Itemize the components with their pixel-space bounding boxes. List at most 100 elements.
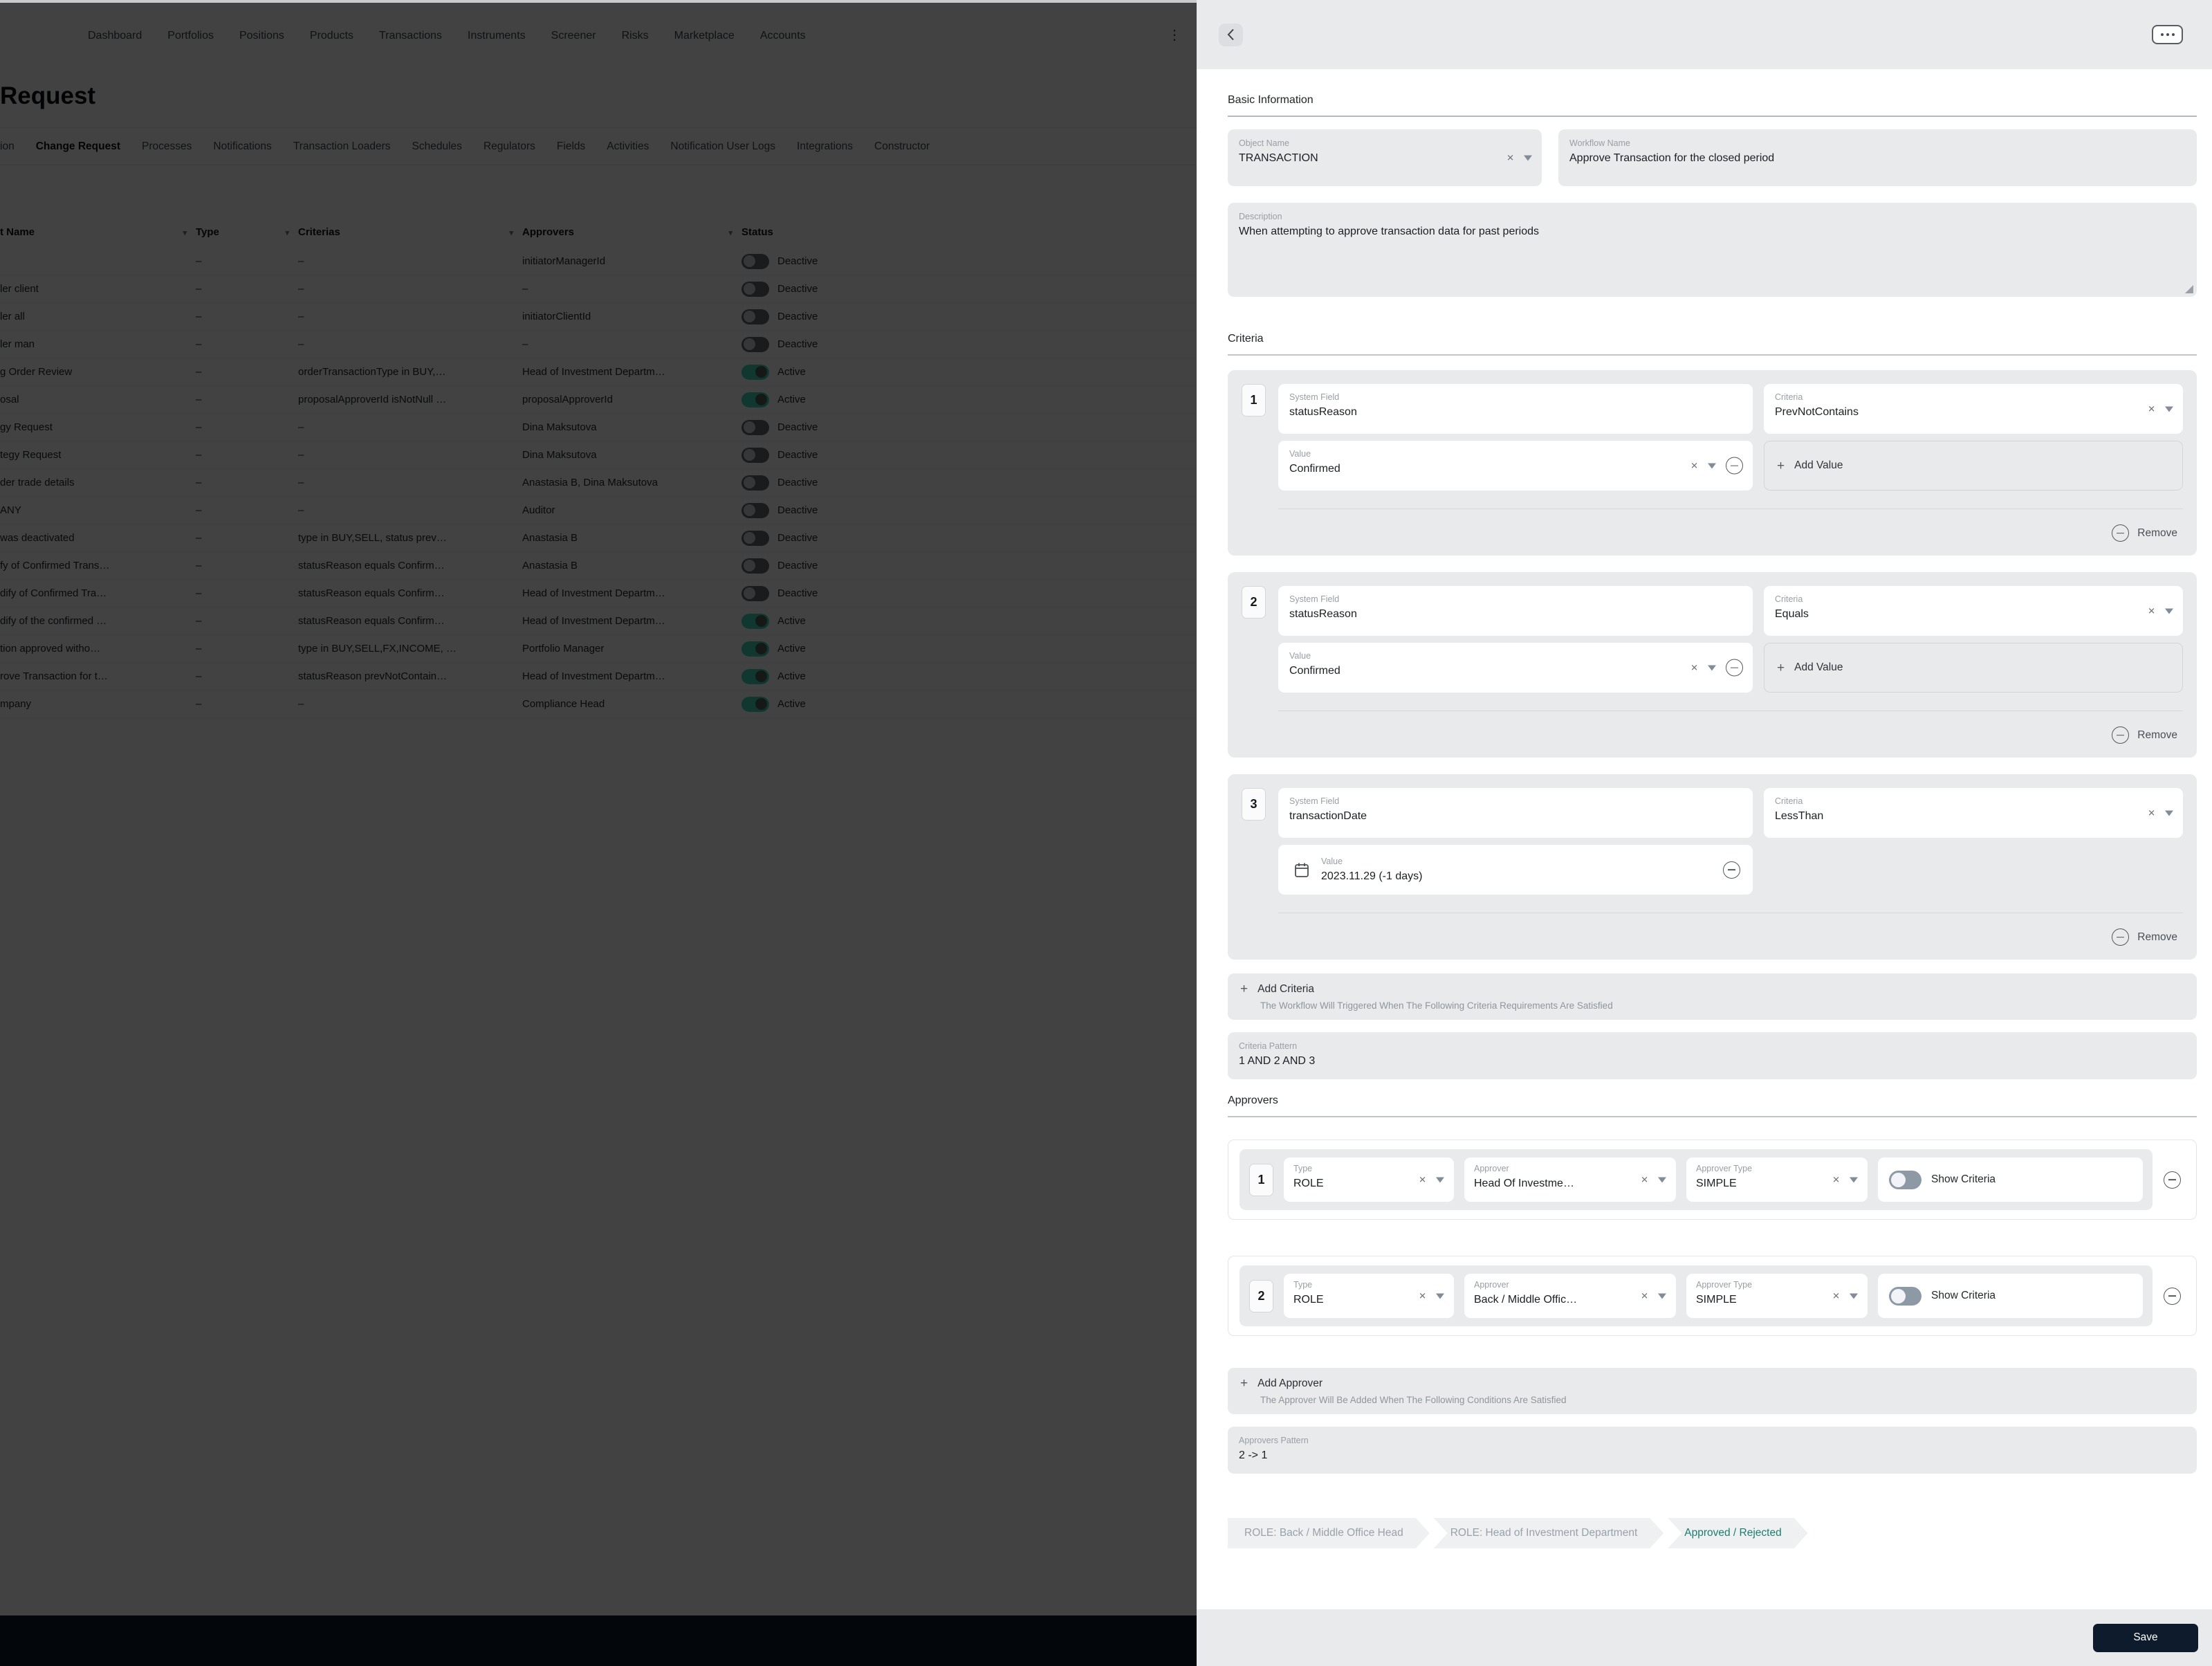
show-criteria-toggle-field: Show Criteria xyxy=(1878,1157,2143,1202)
system-field[interactable]: System Field statusReason xyxy=(1278,384,1753,434)
clear-icon[interactable]: ✕ xyxy=(1419,1292,1426,1301)
chain-step: ROLE: Back / Middle Office Head xyxy=(1228,1518,1430,1548)
approver-number-badge: 2 xyxy=(1249,1280,1273,1312)
remove-approver-button[interactable] xyxy=(2164,1288,2181,1305)
plus-icon: + xyxy=(1240,982,1248,996)
add-approver-button[interactable]: +Add Approver The Approver Will Be Added… xyxy=(1228,1368,2197,1414)
system-field[interactable]: System Field transactionDate xyxy=(1278,788,1753,838)
panel-header xyxy=(1197,0,2212,69)
clear-icon[interactable]: ✕ xyxy=(1419,1175,1426,1184)
dropdown-icon[interactable] xyxy=(1658,1177,1666,1182)
value-field[interactable]: ValueConfirmed✕ xyxy=(1278,441,1753,491)
object-name-field[interactable]: Object Name TRANSACTION ✕ xyxy=(1228,129,1542,186)
minus-circle-icon xyxy=(2112,726,2129,744)
clear-icon[interactable]: ✕ xyxy=(1506,154,1514,163)
add-value-button[interactable]: +Add Value xyxy=(1764,441,2183,491)
show-criteria-switch[interactable] xyxy=(1889,1171,1921,1189)
approvers-pattern-value: 2 -> 1 xyxy=(1239,1449,2186,1462)
more-options-button[interactable] xyxy=(2152,25,2183,44)
approver-row: 1 Type ROLE ✕ Approver Head Of Investme…… xyxy=(1228,1139,2197,1220)
show-criteria-toggle-field: Show Criteria xyxy=(1878,1274,2143,1318)
clear-icon[interactable]: ✕ xyxy=(2148,405,2155,414)
remove-value-button[interactable] xyxy=(1723,861,1740,879)
panel-footer: Save xyxy=(1197,1609,2212,1666)
approver-field[interactable]: Approver Head Of Investme… ✕ xyxy=(1464,1157,1676,1202)
description-value: When attempting to approve transaction d… xyxy=(1239,226,2186,238)
clear-icon[interactable]: ✕ xyxy=(1832,1175,1840,1184)
clear-icon[interactable]: ✕ xyxy=(1641,1175,1648,1184)
minus-circle-icon xyxy=(2112,524,2129,542)
dropdown-icon[interactable] xyxy=(1436,1177,1444,1182)
remove-criteria-button[interactable]: Remove xyxy=(1278,524,2183,542)
panel-body: Basic Information Object Name TRANSACTIO… xyxy=(1197,69,2212,1609)
criteria-operator-field[interactable]: Criteria Equals ✕ xyxy=(1764,586,2183,636)
criteria-block: 3 System Field transactionDate Criteria … xyxy=(1228,774,2197,960)
ellipsis-icon xyxy=(2161,33,2164,36)
clear-icon[interactable]: ✕ xyxy=(1832,1292,1840,1301)
approvers-pattern-field[interactable]: Approvers Pattern 2 -> 1 xyxy=(1228,1427,2197,1474)
criteria-operator-field[interactable]: Criteria PrevNotContains ✕ xyxy=(1764,384,2183,434)
criteria-number-badge: 2 xyxy=(1242,586,1266,619)
chain-step: ROLE: Head of Investment Department xyxy=(1434,1518,1664,1548)
criteria-pattern-field[interactable]: Criteria Pattern 1 AND 2 AND 3 xyxy=(1228,1032,2197,1079)
criteria-block: 2 System Field statusReason Criteria Equ… xyxy=(1228,572,2197,758)
system-field[interactable]: System Field statusReason xyxy=(1278,586,1753,636)
approver-type-role-field[interactable]: Type ROLE ✕ xyxy=(1284,1157,1454,1202)
criteria-block: 1 System Field statusReason Criteria Pre… xyxy=(1228,370,2197,556)
chevron-left-icon xyxy=(1227,28,1235,41)
dropdown-icon[interactable] xyxy=(1850,1177,1858,1182)
dropdown-icon[interactable] xyxy=(2165,810,2173,816)
approver-kind-field[interactable]: Approver Type SIMPLE ✕ xyxy=(1686,1274,1868,1318)
top-edge-strip xyxy=(0,0,1197,3)
value-date-field[interactable]: Value2023.11.29 (-1 days) xyxy=(1278,845,1753,895)
section-basic-information: Basic Information xyxy=(1228,94,2197,107)
show-criteria-switch[interactable] xyxy=(1889,1287,1921,1306)
dropdown-icon[interactable] xyxy=(2165,406,2173,412)
section-criteria: Criteria xyxy=(1228,333,2197,345)
remove-criteria-button[interactable]: Remove xyxy=(1278,928,2183,946)
criteria-number-badge: 1 xyxy=(1242,384,1266,416)
dropdown-icon[interactable] xyxy=(1658,1293,1666,1299)
dropdown-icon[interactable] xyxy=(1436,1293,1444,1299)
section-approvers: Approvers xyxy=(1228,1095,2197,1107)
remove-approver-button[interactable] xyxy=(2164,1171,2181,1189)
chain-step: Approved / Rejected xyxy=(1668,1518,1807,1548)
clear-icon[interactable]: ✕ xyxy=(1641,1292,1648,1301)
clear-icon[interactable]: ✕ xyxy=(1690,663,1698,672)
workflow-detail-panel: Basic Information Object Name TRANSACTIO… xyxy=(1197,0,2212,1666)
approver-number-badge: 1 xyxy=(1249,1164,1273,1196)
approver-field[interactable]: Approver Back / Middle Offic… ✕ xyxy=(1464,1274,1676,1318)
criteria-pattern-value: 1 AND 2 AND 3 xyxy=(1239,1055,2186,1068)
plus-icon: + xyxy=(1777,661,1785,675)
dropdown-icon[interactable] xyxy=(1708,665,1716,670)
object-name-value: TRANSACTION xyxy=(1239,152,1531,165)
remove-value-button[interactable] xyxy=(1726,457,1743,475)
value-field[interactable]: ValueConfirmed✕ xyxy=(1278,643,1753,693)
resize-handle[interactable] xyxy=(2185,285,2193,293)
criteria-operator-field[interactable]: Criteria LessThan ✕ xyxy=(1764,788,2183,838)
approver-kind-field[interactable]: Approver Type SIMPLE ✕ xyxy=(1686,1157,1868,1202)
add-value-button[interactable]: +Add Value xyxy=(1764,643,2183,693)
dropdown-icon[interactable] xyxy=(1708,463,1716,468)
remove-criteria-button[interactable]: Remove xyxy=(1278,726,2183,744)
plus-icon: + xyxy=(1777,459,1785,473)
clear-icon[interactable]: ✕ xyxy=(2148,607,2155,616)
criteria-number-badge: 3 xyxy=(1242,788,1266,821)
calendar-icon xyxy=(1293,861,1310,878)
add-criteria-button[interactable]: +Add Criteria The Workflow Will Triggere… xyxy=(1228,973,2197,1020)
back-button[interactable] xyxy=(1219,24,1243,46)
description-field[interactable]: Description When attempting to approve t… xyxy=(1228,203,2197,297)
dropdown-icon[interactable] xyxy=(1850,1293,1858,1299)
save-button[interactable]: Save xyxy=(2093,1624,2198,1652)
add-approver-hint: The Approver Will Be Added When The Foll… xyxy=(1240,1395,2184,1405)
add-criteria-hint: The Workflow Will Triggered When The Fol… xyxy=(1240,1000,2184,1011)
clear-icon[interactable]: ✕ xyxy=(1690,461,1698,470)
dropdown-icon[interactable] xyxy=(2165,608,2173,614)
remove-value-button[interactable] xyxy=(1726,659,1743,677)
approval-chain: ROLE: Back / Middle Office HeadROLE: Hea… xyxy=(1228,1518,2197,1548)
approver-row: 2 Type ROLE ✕ Approver Back / Middle Off… xyxy=(1228,1256,2197,1336)
dropdown-icon[interactable] xyxy=(1524,155,1532,161)
workflow-name-field[interactable]: Workflow Name Approve Transaction for th… xyxy=(1558,129,2197,186)
approver-type-role-field[interactable]: Type ROLE ✕ xyxy=(1284,1274,1454,1318)
clear-icon[interactable]: ✕ xyxy=(2148,809,2155,818)
